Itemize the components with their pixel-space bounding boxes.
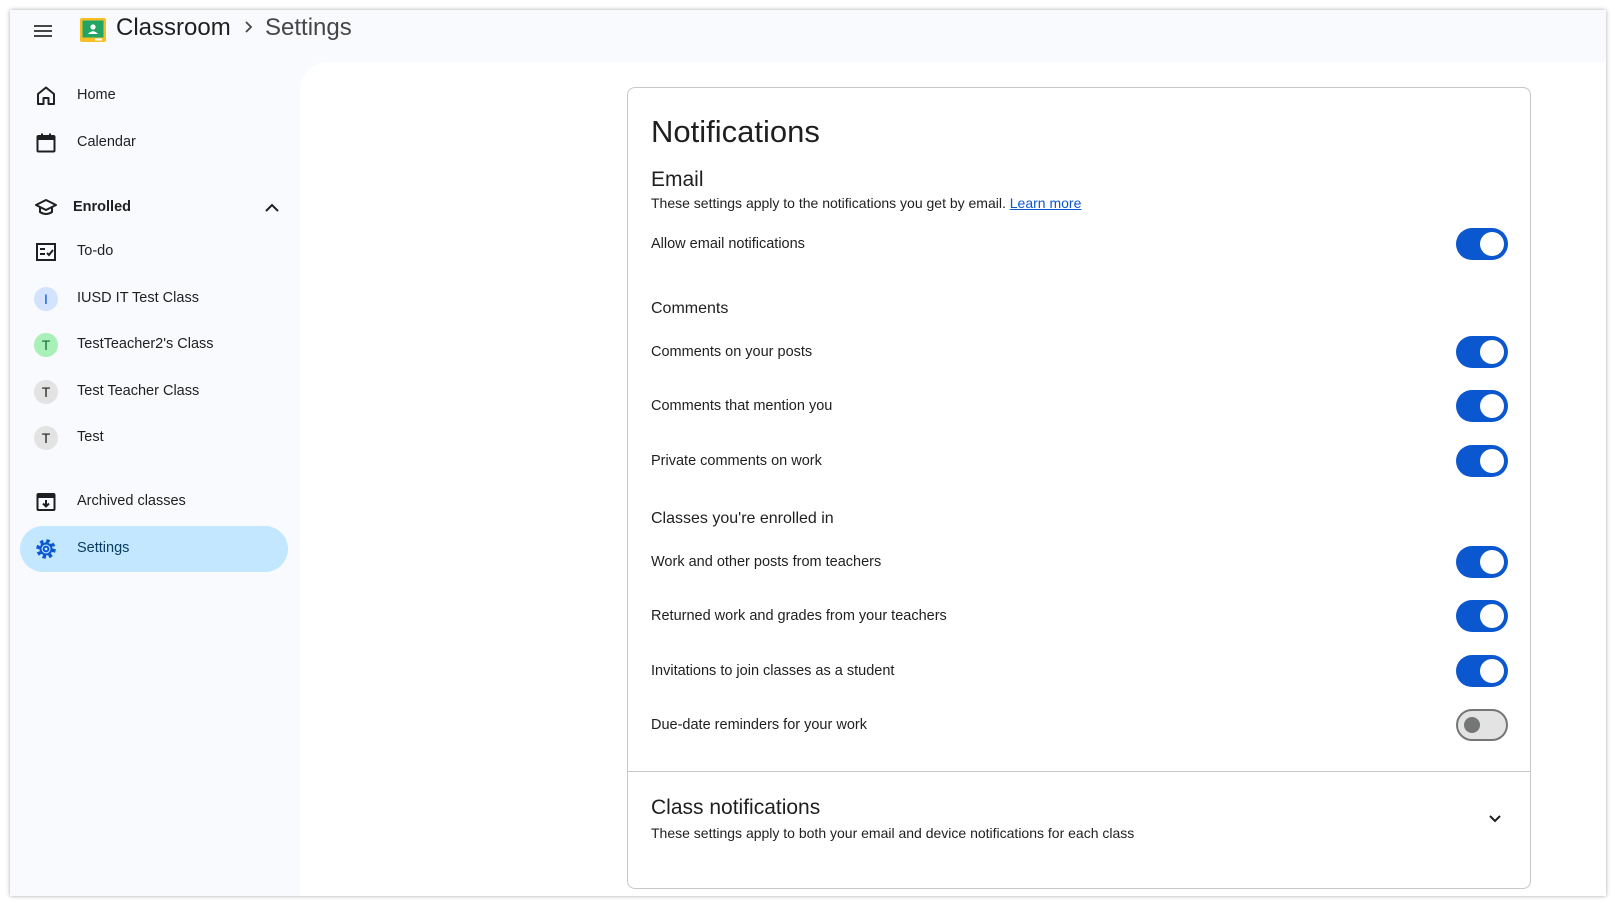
notifications-card: Notifications Email These settings apply…: [627, 87, 1531, 889]
class-avatar: I: [34, 287, 58, 311]
top-bar: Classroom Settings: [10, 10, 1606, 52]
toggle-knob: [1464, 717, 1480, 733]
class-notifications-title: Class notifications: [651, 796, 821, 819]
email-description-text: These settings apply to the notification…: [651, 195, 1006, 211]
enrolled-section-title: Classes you're enrolled in: [651, 510, 834, 527]
invitations-toggle[interactable]: [1456, 655, 1508, 687]
setting-row-label: Comments on your posts: [651, 344, 813, 360]
class-avatar: T: [34, 380, 58, 404]
toggle-knob: [1480, 604, 1504, 628]
breadcrumb-chevron-icon: [245, 21, 253, 33]
setting-row-label: Comments that mention you: [651, 398, 833, 414]
returned-work-toggle[interactable]: [1456, 600, 1508, 632]
allow-email-toggle[interactable]: [1456, 228, 1508, 260]
toggle-knob: [1480, 340, 1504, 364]
chevron-up-icon[interactable]: [260, 196, 284, 220]
gear-icon: [36, 539, 56, 559]
setting-row-label: Private comments on work: [651, 453, 822, 469]
toggle-knob: [1480, 232, 1504, 256]
class-notifications-description: These settings apply to both your email …: [651, 825, 1135, 841]
sidebar-item-label: Archived classes: [77, 493, 186, 509]
setting-row-label: Invitations to join classes as a student: [651, 663, 895, 679]
setting-row-label: Due-date reminders for your work: [651, 717, 867, 733]
sidebar-item-todo[interactable]: To-do: [20, 229, 288, 275]
sidebar-item-home[interactable]: Home: [20, 73, 288, 119]
menu-icon: [34, 25, 52, 37]
sidebar-item-class[interactable]: T TestTeacher2's Class: [20, 322, 288, 368]
sidebar-item-class[interactable]: I IUSD IT Test Class: [20, 276, 288, 322]
learn-more-link[interactable]: Learn more: [1010, 195, 1082, 211]
sidebar-item-label: Home: [77, 87, 116, 103]
class-avatar: T: [34, 426, 58, 450]
toggle-knob: [1480, 449, 1504, 473]
notifications-title: Notifications: [651, 114, 820, 149]
class-avatar: T: [34, 333, 58, 357]
classroom-logo-icon[interactable]: [80, 18, 106, 42]
toggle-knob: [1480, 394, 1504, 418]
setting-row-label: Work and other posts from teachers: [651, 554, 882, 570]
toggle-knob: [1480, 659, 1504, 683]
sidebar-item-calendar[interactable]: Calendar: [20, 120, 288, 166]
comments-on-posts-toggle[interactable]: [1456, 336, 1508, 368]
sidebar-item-class[interactable]: T Test: [20, 415, 288, 461]
app-title[interactable]: Classroom: [116, 14, 231, 42]
todo-checklist-icon: [36, 243, 56, 261]
comments-mention-toggle[interactable]: [1456, 390, 1508, 422]
sidebar-section-label: Enrolled: [73, 199, 132, 215]
sidebar-item-label: TestTeacher2's Class: [77, 336, 214, 352]
comments-section-title: Comments: [651, 300, 729, 317]
sidebar-section-enrolled[interactable]: Enrolled: [20, 190, 288, 224]
app-window: Classroom Settings Home Calendar Enrolle…: [10, 10, 1606, 896]
main-content: Notifications Email These settings apply…: [300, 62, 1606, 896]
graduation-cap-icon: [35, 199, 57, 215]
sidebar-item-archived[interactable]: Archived classes: [20, 479, 288, 525]
section-divider: [628, 771, 1530, 772]
calendar-icon: [36, 133, 56, 153]
due-date-reminders-toggle[interactable]: [1456, 709, 1508, 741]
sidebar-item-label: To-do: [77, 243, 114, 259]
private-comments-toggle[interactable]: [1456, 445, 1508, 477]
email-section-title: Email: [651, 168, 704, 191]
sidebar-item-class[interactable]: T Test Teacher Class: [20, 369, 288, 415]
main-menu-button[interactable]: [31, 19, 55, 43]
chevron-down-icon[interactable]: [1483, 806, 1507, 830]
sidebar-item-label: Test Teacher Class: [77, 383, 200, 399]
page-title: Settings: [265, 14, 352, 41]
setting-row-label: Returned work and grades from your teach…: [651, 608, 947, 624]
home-icon: [37, 86, 55, 105]
teacher-posts-toggle[interactable]: [1456, 546, 1508, 578]
email-section-description: These settings apply to the notification…: [651, 195, 1081, 211]
sidebar-item-label: Calendar: [77, 134, 136, 150]
sidebar-item-label: IUSD IT Test Class: [77, 290, 199, 306]
sidebar-item-label: Settings: [77, 540, 130, 556]
archive-icon: [36, 493, 56, 511]
sidebar-item-label: Test: [77, 429, 104, 445]
sidebar-item-settings[interactable]: Settings: [20, 526, 288, 572]
toggle-knob: [1480, 550, 1504, 574]
allow-email-label: Allow email notifications: [651, 236, 805, 252]
